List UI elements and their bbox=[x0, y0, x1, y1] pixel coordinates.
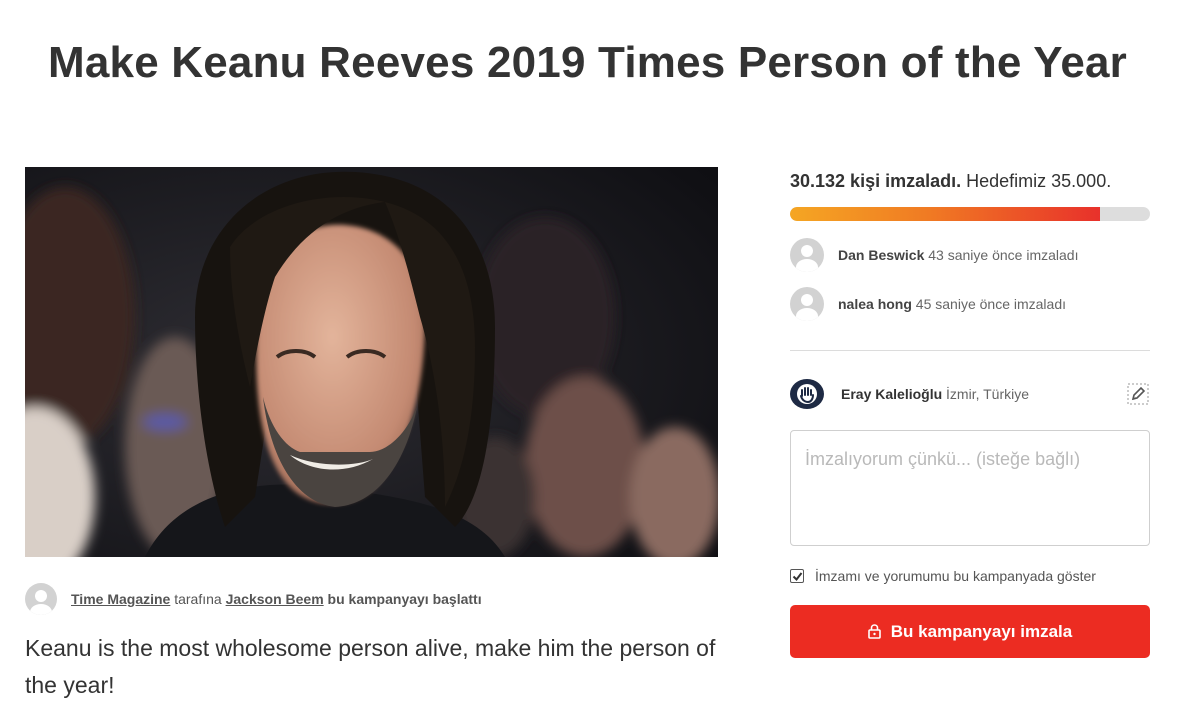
signature-goal-label: Hedefimiz 35.000. bbox=[966, 171, 1112, 191]
petition-title: Make Keanu Reeves 2019 Times Person of t… bbox=[48, 38, 1127, 87]
signer-name: nalea hong bbox=[838, 296, 912, 312]
signer-avatar bbox=[790, 287, 824, 321]
signature-count-label: 30.132 kişi imzaladı. bbox=[790, 171, 962, 191]
signer-time: 45 saniye önce imzaladı bbox=[915, 296, 1066, 312]
lock-icon bbox=[867, 624, 881, 639]
starter-text: Time Magazine tarafına Jackson Beem bu k… bbox=[71, 591, 482, 607]
hand-logo-icon bbox=[790, 379, 824, 409]
starter-avatar bbox=[25, 583, 57, 615]
target-suffix: tarafına bbox=[174, 591, 222, 607]
signer-name: Dan Beswick bbox=[838, 247, 925, 263]
hand-logo-icon-glyph bbox=[797, 384, 817, 404]
checkmark-icon bbox=[792, 571, 802, 581]
signature-progress-fill bbox=[790, 207, 1100, 221]
reason-input[interactable] bbox=[790, 430, 1150, 546]
recent-signer: nalea hong 45 saniye önce imzaladı bbox=[790, 286, 1066, 322]
signer-avatar bbox=[790, 238, 824, 272]
user-name: Eray Kalelioğlu bbox=[841, 386, 943, 402]
petition-starter: Time Magazine tarafına Jackson Beem bu k… bbox=[25, 582, 482, 616]
recent-signer: Dan Beswick 43 saniye önce imzaladı bbox=[790, 237, 1078, 273]
starter-action: bu kampanyayı başlattı bbox=[327, 591, 482, 607]
user-location: İzmir, Türkiye bbox=[946, 386, 1030, 402]
consent-checkbox[interactable] bbox=[790, 569, 804, 583]
divider bbox=[790, 350, 1150, 351]
keanu-photo-illustration bbox=[25, 167, 718, 557]
consent-label: İmzamı ve yorumumu bu kampanyada göster bbox=[815, 568, 1096, 584]
pencil-edit-icon[interactable] bbox=[1126, 382, 1150, 406]
signature-count: 30.132 kişi imzaladı. Hedefimiz 35.000. bbox=[790, 171, 1111, 192]
petition-photo bbox=[25, 167, 718, 557]
consent-option[interactable]: İmzamı ve yorumumu bu kampanyada göster bbox=[790, 566, 1096, 586]
current-user: Eray Kalelioğlu İzmir, Türkiye bbox=[790, 378, 1150, 410]
petition-description: Keanu is the most wholesome person alive… bbox=[25, 635, 716, 698]
sign-button-label: Bu kampanyayı imzala bbox=[890, 621, 1073, 641]
target-link[interactable]: Time Magazine bbox=[71, 591, 170, 607]
author-link[interactable]: Jackson Beem bbox=[226, 591, 324, 607]
sign-petition-button[interactable]: Bu kampanyayı imzala bbox=[790, 605, 1150, 658]
signature-progress-bar bbox=[790, 207, 1150, 221]
signer-time: 43 saniye önce imzaladı bbox=[928, 247, 1079, 263]
